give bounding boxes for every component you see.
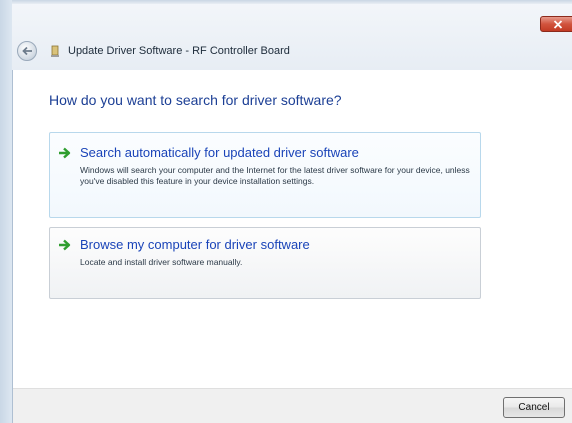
cancel-button[interactable]: Cancel (503, 397, 565, 418)
search-automatically-option[interactable]: Search automatically for updated driver … (49, 132, 481, 218)
back-arrow-icon (22, 46, 32, 56)
green-arrow-icon (59, 239, 71, 251)
title-bar-edge (12, 0, 572, 4)
close-button[interactable] (540, 16, 572, 32)
title-bar: Update Driver Software - RF Controller B… (12, 0, 572, 70)
device-icon (51, 45, 59, 57)
option-description: Locate and install driver software manua… (80, 257, 243, 267)
option-description: Windows will search your computer and th… (80, 165, 470, 186)
page-heading: How do you want to search for driver sof… (49, 92, 342, 108)
browse-computer-option[interactable]: Browse my computer for driver software L… (49, 227, 481, 299)
window-title: Update Driver Software - RF Controller B… (68, 45, 290, 57)
close-icon (553, 19, 563, 29)
dialog-footer: Cancel (13, 388, 572, 423)
option-title: Browse my computer for driver software (80, 237, 310, 252)
back-button[interactable] (17, 41, 37, 61)
green-arrow-icon (59, 147, 71, 159)
option-title: Search automatically for updated driver … (80, 145, 359, 160)
dialog-content: How do you want to search for driver sof… (13, 70, 572, 388)
